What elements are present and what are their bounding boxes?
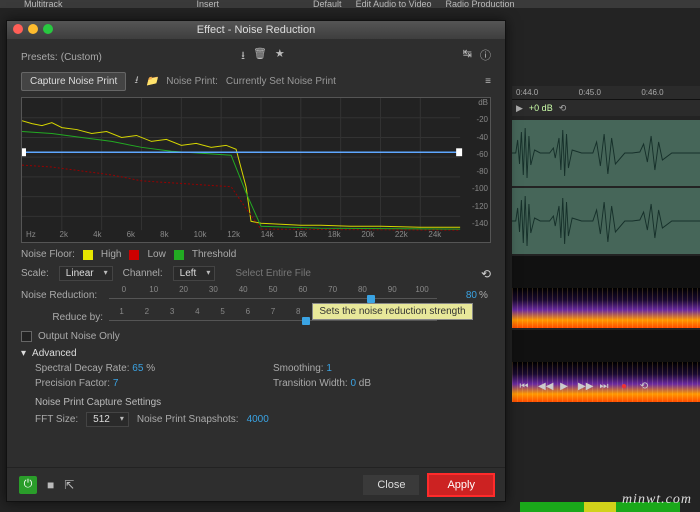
presets-value[interactable]: (Custom) — [61, 52, 102, 63]
spectrogram-1[interactable] — [512, 256, 700, 328]
channel-dropdown[interactable]: Left — [173, 266, 216, 281]
noise-spectrum-graph[interactable]: dB-20-40-60-80-100-120-140 Hz2k4k6k8k10k… — [21, 97, 491, 243]
close-button[interactable]: Close — [363, 475, 419, 495]
ffwd-icon[interactable]: ▶▶ — [578, 381, 590, 392]
loop-icon[interactable]: ⟲ — [638, 381, 650, 392]
time-tick: 0:45.0 — [579, 88, 638, 97]
swatch-threshold — [174, 250, 184, 260]
fft-size-label: FFT Size: — [35, 414, 78, 425]
percent-unit: % — [479, 290, 491, 301]
slider-tooltip: Sets the noise reduction strength — [312, 303, 472, 320]
time-tick: 0:44.0 — [516, 88, 575, 97]
panel-menu-icon[interactable]: ≡ — [485, 76, 491, 87]
save-noiseprint-icon[interactable]: ⭳ — [134, 73, 138, 90]
skip-start-icon[interactable]: ⏮ — [518, 381, 530, 392]
sidechain-icon[interactable]: ↹ — [463, 47, 472, 66]
swatch-high — [83, 250, 93, 260]
noise-reduction-dialog: Effect - Noise Reduction Presets: (Custo… — [6, 20, 506, 502]
power-toggle[interactable]: ⏻ — [19, 476, 37, 494]
decay-label: Spectral Decay Rate: — [35, 363, 130, 374]
export-icon[interactable]: ⇱ — [64, 478, 74, 492]
track-toolbar: ▶ +0 dB ⟲ — [512, 100, 700, 116]
delete-preset-icon[interactable]: 🗑 — [253, 47, 267, 66]
rewind-icon[interactable]: ◀◀ — [538, 381, 550, 392]
app-menubar: Multitrack Insert Default Edit Audio to … — [0, 0, 700, 8]
timeline-ruler[interactable]: 0:44.0 0:45.0 0:46.0 — [512, 86, 700, 100]
close-icon[interactable] — [13, 24, 23, 34]
swatch-low — [129, 250, 139, 260]
noise-reduction-value[interactable]: 80 — [437, 290, 477, 301]
reset-icon[interactable]: ⟲ — [481, 267, 491, 281]
decay-value[interactable]: 65 — [132, 363, 143, 374]
play-icon[interactable]: ▶ — [516, 103, 523, 114]
waveform-track-2[interactable] — [512, 188, 700, 254]
capture-noise-print-button[interactable]: Capture Noise Print — [21, 72, 126, 91]
dialog-title: Effect - Noise Reduction — [197, 24, 315, 36]
save-preset-icon[interactable]: ⭳ — [241, 47, 245, 66]
play-icon[interactable]: ▶ — [558, 381, 570, 392]
scale-label: Scale: — [21, 268, 49, 279]
output-noise-only-label: Output Noise Only — [38, 331, 120, 342]
capture-settings-label: Noise Print Capture Settings — [35, 397, 491, 408]
transition-width-label: Transition Width: — [273, 378, 348, 389]
info-icon[interactable]: ⓘ — [480, 47, 491, 66]
db-axis: dB-20-40-60-80-100-120-140 — [464, 98, 488, 228]
noise-reduction-thumb[interactable] — [367, 295, 375, 303]
watermark: minwt.com — [622, 492, 692, 508]
noise-reduction-slider[interactable]: 0102030405060708090100 Sets the noise re… — [109, 287, 437, 303]
snapshots-value[interactable]: 4000 — [247, 414, 269, 425]
waveform-area: ⏮ ◀◀ ▶ ▶▶ ⏭ ● ⟲ — [512, 118, 700, 402]
scale-dropdown[interactable]: Linear — [59, 266, 113, 281]
stop-preview-icon[interactable]: ■ — [47, 478, 54, 492]
snapshots-label: Noise Print Snapshots: — [137, 414, 239, 425]
fft-size-dropdown[interactable]: 512 — [86, 412, 129, 427]
pan-icon[interactable]: ⟲ — [559, 103, 567, 114]
time-tick: 0:46.0 — [641, 88, 700, 97]
noise-reduction-label: Noise Reduction: — [21, 290, 109, 301]
precision-value[interactable]: 7 — [113, 378, 119, 389]
advanced-toggle[interactable]: ▾ Advanced — [21, 348, 491, 359]
window-controls — [13, 24, 53, 34]
smoothing-value[interactable]: 1 — [326, 363, 332, 374]
maximize-icon[interactable] — [43, 24, 53, 34]
legend-label: Noise Floor: — [21, 249, 75, 260]
noise-print-value: Currently Set Noise Print — [226, 76, 336, 87]
legend: Noise Floor: High Low Threshold — [21, 249, 491, 260]
load-noiseprint-icon[interactable]: 📁 — [146, 76, 158, 87]
waveform-track-1[interactable] — [512, 120, 700, 186]
smoothing-label: Smoothing: — [273, 363, 324, 374]
apply-button[interactable]: Apply — [429, 475, 493, 495]
transition-width-value[interactable]: 0 — [350, 378, 356, 389]
minimize-icon[interactable] — [28, 24, 38, 34]
chevron-down-icon: ▾ — [21, 348, 26, 359]
record-icon[interactable]: ● — [618, 381, 630, 392]
hz-axis: Hz2k4k6k8k10k12k14k16k18k20k22k24k — [26, 230, 462, 242]
gain-readout[interactable]: +0 dB — [529, 103, 553, 113]
presets-label: Presets: — [21, 52, 58, 63]
reduce-by-label: Reduce by: — [21, 312, 109, 323]
precision-label: Precision Factor: — [35, 378, 110, 389]
favorite-icon[interactable]: ★ — [275, 47, 285, 66]
noise-print-label: Noise Print: — [166, 76, 218, 87]
skip-end-icon[interactable]: ⏭ — [598, 381, 610, 392]
channel-label: Channel: — [123, 268, 163, 279]
reduce-by-thumb[interactable] — [302, 317, 310, 325]
transport-controls: ⏮ ◀◀ ▶ ▶▶ ⏭ ● ⟲ — [518, 381, 650, 392]
output-noise-only-checkbox[interactable] — [21, 331, 32, 342]
select-entire-file-button[interactable]: Select Entire File — [235, 268, 311, 279]
dialog-titlebar[interactable]: Effect - Noise Reduction — [7, 21, 505, 39]
